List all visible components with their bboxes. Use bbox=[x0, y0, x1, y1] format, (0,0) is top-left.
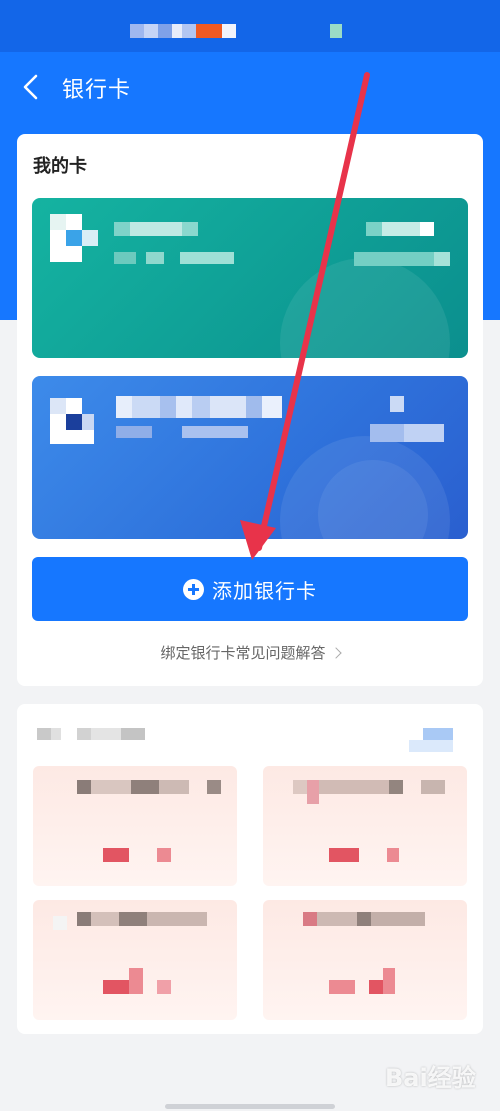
promo-tile-4[interactable] bbox=[263, 900, 467, 1020]
promo-panel bbox=[17, 704, 483, 1034]
my-cards-panel: 我的卡 添加银行卡 绑定银行卡常见问题解答 bbox=[17, 134, 483, 686]
faq-link[interactable]: 绑定银行卡常见问题解答 bbox=[17, 642, 483, 663]
chevron-left-icon bbox=[23, 74, 38, 100]
chevron-right-icon bbox=[329, 647, 342, 659]
bank-card-2[interactable] bbox=[32, 376, 468, 539]
card-decoration bbox=[280, 258, 450, 358]
promo-tile-1[interactable] bbox=[33, 766, 237, 886]
page-title: 银行卡 bbox=[62, 78, 132, 103]
faq-link-label: 绑定银行卡常见问题解答 bbox=[160, 644, 326, 662]
back-button[interactable] bbox=[14, 70, 48, 104]
bank-card-1[interactable] bbox=[32, 198, 468, 358]
section-title-my-cards: 我的卡 bbox=[33, 156, 87, 177]
plus-circle-icon bbox=[183, 578, 204, 600]
promo-tile-2[interactable] bbox=[263, 766, 467, 886]
add-bank-card-label: 添加银行卡 bbox=[212, 578, 317, 603]
status-bar bbox=[0, 0, 500, 52]
promo-tile-3[interactable] bbox=[33, 900, 237, 1020]
add-bank-card-button[interactable]: 添加银行卡 bbox=[32, 557, 468, 621]
navigation-bar: 银行卡 bbox=[0, 60, 500, 112]
watermark-logo: Bai经验 bbox=[385, 1064, 476, 1092]
home-indicator[interactable] bbox=[165, 1104, 335, 1109]
